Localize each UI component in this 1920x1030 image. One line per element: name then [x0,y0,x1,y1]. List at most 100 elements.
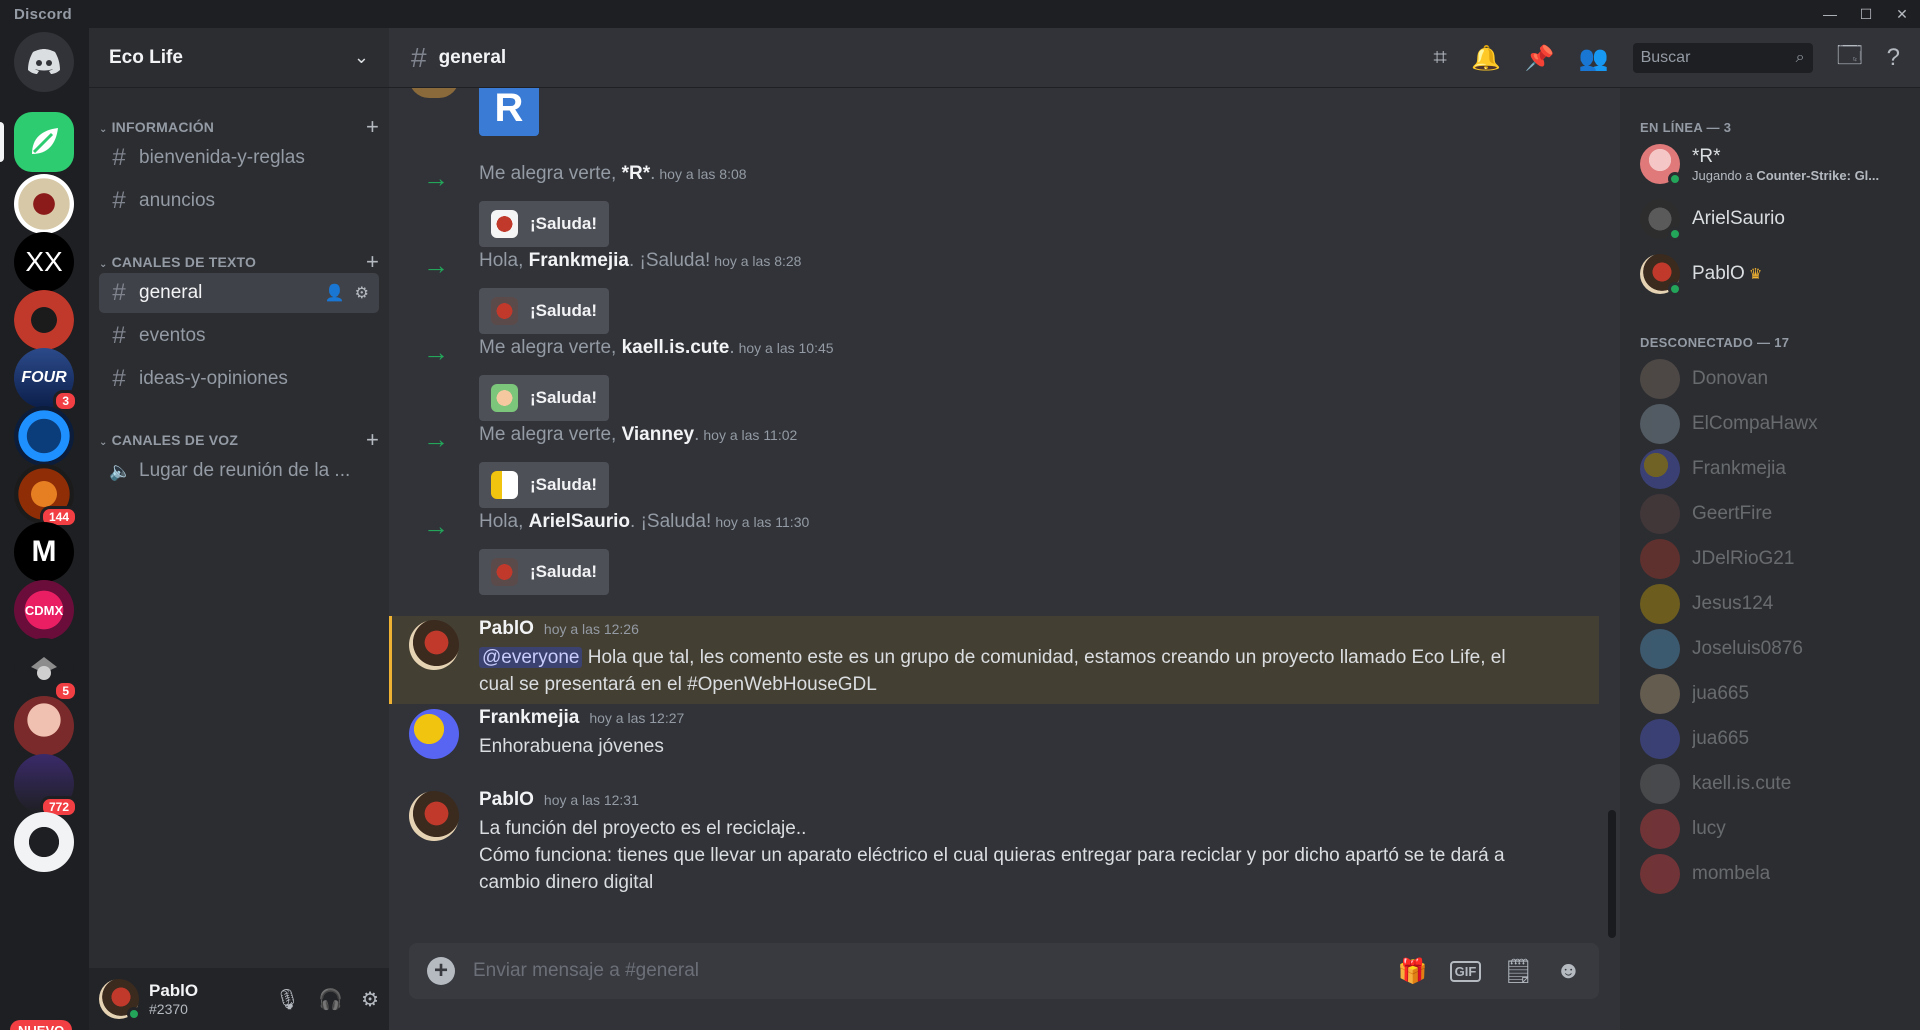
channel-ideas[interactable]: # ideas-y-opiniones [99,359,379,399]
server-11[interactable] [14,696,74,756]
author-name[interactable]: PablO [479,789,534,810]
join-arrow-icon: → [423,250,449,280]
close-icon[interactable]: ✕ [1884,0,1920,28]
server-7[interactable]: 144 [14,464,78,528]
wave-button[interactable]: ¡Saluda! [479,549,609,595]
join-user[interactable]: *R* [622,163,651,184]
author-name[interactable]: Frankmejia [479,707,579,728]
wave-button[interactable]: ¡Saluda! [479,462,609,508]
search-input[interactable]: Buscar ⌕ [1632,43,1813,73]
join-user[interactable]: Vianney [622,424,695,445]
add-channel-icon[interactable]: + [366,427,379,453]
join-user[interactable]: Frankmejia [529,250,629,271]
channel-bienvenida[interactable]: # bienvenida-y-reglas [99,138,379,178]
wave-button[interactable]: ¡Saluda! [479,201,609,247]
members-icon[interactable]: 👥 [1579,44,1609,73]
member-item[interactable]: Jesus124 [1640,581,1910,627]
join-arrow-icon: → [423,337,449,367]
channel-voz[interactable]: 🔈 Lugar de reunión de la ... [99,451,379,491]
bell-icon[interactable]: 🔔 [1471,44,1501,73]
add-attachment-icon[interactable]: + [427,957,455,985]
server-cdmx[interactable]: CDMX [14,580,74,640]
sticker-r-icon: R [479,88,539,136]
message-input[interactable]: Enviar mensaje a #general [473,960,699,982]
member-name: ElCompaHawx [1692,413,1818,434]
wave-label: ¡Saluda! [529,301,597,320]
message-composer[interactable]: + Enviar mensaje a #general 🎁 GIF 🗒 ☻ [409,943,1599,999]
add-channel-icon[interactable]: + [366,249,379,275]
member-item[interactable]: Frankmejia [1640,446,1910,492]
add-channel-icon[interactable]: + [366,114,379,140]
settings-gear-icon[interactable]: ⚙ [361,987,379,1012]
maximize-icon[interactable]: ☐ [1848,0,1884,28]
server-eco-life[interactable] [14,112,74,172]
member-item[interactable]: Donovan [1640,356,1910,402]
category-informacion[interactable]: ⌄ INFORMACIÓN + [99,114,379,140]
emoji-icon[interactable]: ☻ [1556,957,1581,985]
avatar[interactable] [99,979,141,1021]
channel-general[interactable]: # general 👤 ⚙ [99,273,379,313]
minimize-icon[interactable]: — [1812,0,1848,28]
sticker-icon[interactable]: 🗒 [1503,957,1533,986]
wave-button[interactable]: ¡Saluda! [479,375,609,421]
join-suffix: . ¡Saluda! [630,511,712,532]
avatar [1640,359,1680,399]
inbox-icon[interactable]: 🗔 [1837,38,1863,79]
channel-label: eventos [139,325,206,346]
member-item[interactable]: ElCompaHawx [1640,401,1910,447]
server-4[interactable] [14,290,74,350]
channel-anuncios[interactable]: # anuncios [99,181,379,221]
member-item[interactable]: mombela [1640,851,1910,897]
join-arrow-icon: → [423,424,449,454]
member-item[interactable]: ArielSaurio [1640,196,1910,242]
member-item[interactable]: kaell.is.cute [1640,761,1910,807]
join-user[interactable]: kaell.is.cute [622,337,730,358]
category-texto[interactable]: ⌄ CANALES DE TEXTO + [99,249,379,275]
server-13[interactable] [14,812,74,872]
member-item[interactable]: Joseluis0876 [1640,626,1910,672]
home-button[interactable] [14,32,74,92]
mention-everyone[interactable]: @everyone [479,647,583,668]
server-xx[interactable]: XX [14,232,74,292]
gift-icon[interactable]: 🎁 [1398,957,1428,986]
server-10[interactable]: 5 [14,638,78,702]
wave-label: ¡Saluda! [529,475,597,494]
member-item[interactable]: jua665 [1640,716,1910,762]
pin-icon[interactable]: 📌 [1525,44,1555,73]
help-icon[interactable]: ? [1887,44,1900,72]
member-item[interactable]: lucy [1640,806,1910,852]
server-four[interactable]: FOUR 3 [14,348,78,412]
gif-button[interactable]: GIF [1449,960,1482,982]
member-item[interactable]: GeertFire [1640,491,1910,537]
avatar[interactable] [409,791,459,841]
server-6[interactable] [14,406,74,466]
sticker-icon [491,471,518,499]
member-item[interactable]: PablO ♛ [1640,251,1910,297]
channel-eventos[interactable]: # eventos [99,316,379,356]
online-status-icon [127,1007,141,1021]
headphones-icon[interactable]: 🎧 [318,987,343,1012]
invite-icon[interactable]: 👤 [325,283,345,303]
server-2[interactable] [14,174,74,234]
threads-icon[interactable]: ⌗ [1433,44,1447,72]
member-item[interactable]: jua665 [1640,671,1910,717]
microphone-icon[interactable]: 🎙 [275,987,300,1012]
author-name[interactable]: PablO [479,618,534,639]
member-item[interactable]: *R* Jugando a Counter-Strike: Gl... [1640,141,1910,187]
join-user[interactable]: ArielSaurio [529,511,630,532]
scrollbar[interactable] [1608,810,1616,938]
server-8[interactable]: M [14,522,74,582]
speaker-icon: 🔈 [109,460,132,481]
member-item[interactable]: JDelRioG21 [1640,536,1910,582]
wave-button[interactable]: ¡Saluda! [479,288,609,334]
message-text: Hola que tal, les comento este es un gru… [479,647,1506,695]
server-12[interactable]: 772 [14,754,78,818]
join-text: Hola, [479,250,529,271]
gear-icon[interactable]: ⚙ [355,283,369,303]
category-voz[interactable]: ⌄ CANALES DE VOZ + [99,427,379,453]
guild-header[interactable]: Eco Life ⌄ [89,28,389,88]
avatar[interactable] [409,709,459,759]
search-placeholder: Buscar [1640,49,1691,66]
member-name: JDelRioG21 [1692,548,1795,569]
avatar[interactable] [409,620,459,670]
